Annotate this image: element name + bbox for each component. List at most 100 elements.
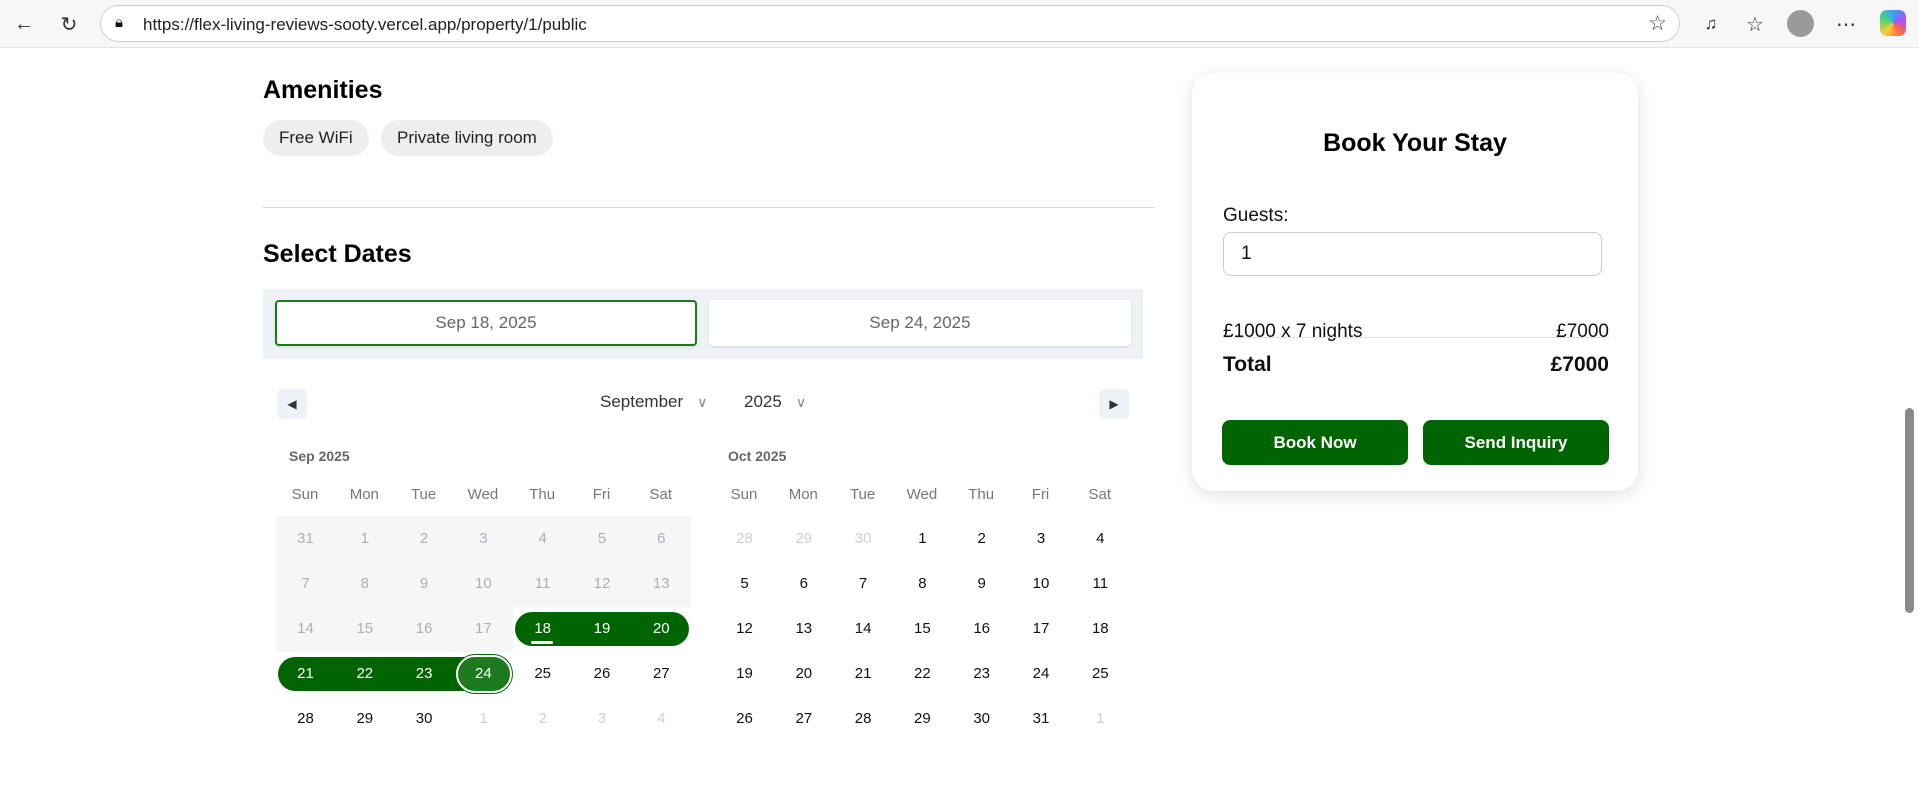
calendar-day[interactable]: 18 [1071,611,1130,647]
calendar-day[interactable]: 22 [893,656,952,692]
favorite-star-icon[interactable]: ☆ [1648,11,1667,36]
chevron-down-icon: ∨ [697,394,708,410]
url-text[interactable]: https://flex-living-reviews-sooty.vercel… [143,15,587,35]
price-line-label: £1000 x 7 nights [1223,321,1363,342]
calendar-day[interactable]: 19 [715,656,774,692]
calendar-day[interactable]: 20 [774,656,833,692]
calendar-day[interactable]: 26 [715,701,774,737]
back-icon[interactable]: ← [10,10,38,38]
calendar-day[interactable]: 13 [774,611,833,647]
scrollbar[interactable] [1900,48,1919,807]
calendar-day[interactable]: 28 [715,521,774,557]
page-content: Amenities Free WiFi Private living room … [0,48,1900,807]
calendar-day: 14 [297,620,314,637]
next-month-button[interactable]: ▶ [1099,389,1129,419]
favorites-icon[interactable]: ☆ [1741,10,1769,38]
browser-toolbar: ← ↻ 🔒︎ https://flex-living-reviews-sooty… [0,0,1919,48]
weekday-label: Tue [849,486,876,503]
send-inquiry-button[interactable]: Send Inquiry [1423,420,1609,465]
calendar-day[interactable]: 4 [1071,521,1130,557]
calendar-day[interactable]: 30 [395,701,454,737]
calendar-day[interactable]: 26 [573,656,632,692]
calendar-day[interactable]: 9 [952,566,1011,602]
calendar-day[interactable]: 10 [1012,566,1071,602]
calendar-day[interactable]: 28 [276,701,335,737]
amenity-chip: Private living room [381,120,553,156]
guests-input[interactable]: 1 [1223,232,1602,276]
prev-month-button[interactable]: ◀ [277,389,307,419]
weekday-label: Wed [906,486,938,503]
calendar-day: 7 [301,575,310,592]
profile-avatar[interactable] [1787,10,1814,37]
calendar-day[interactable]: 29 [893,701,952,737]
year-value: 2025 [744,392,782,411]
calendar-day[interactable]: 11 [1071,566,1130,602]
calendar-day[interactable]: 25 [1071,656,1130,692]
calendar-day[interactable]: 28 [834,701,893,737]
calendar-day[interactable]: 12 [715,611,774,647]
end-date-input[interactable]: Sep 24, 2025 [709,300,1131,346]
price-line: £1000 x 7 nights £7000 [1223,321,1609,343]
address-bar[interactable]: 🔒︎ https://flex-living-reviews-sooty.ver… [100,5,1680,42]
calendar-day[interactable]: 27 [632,656,691,692]
calendar-day[interactable]: 2 [952,521,1011,557]
calendar-day[interactable]: 16 [952,611,1011,647]
book-now-button[interactable]: Book Now [1222,420,1408,465]
calendar-day[interactable]: 8 [893,566,952,602]
more-icon[interactable]: ⋯ [1832,10,1860,38]
amenity-chip: Free WiFi [263,120,369,156]
calendar-day[interactable]: 25 [513,656,572,692]
weekday-label: Sat [1088,486,1112,503]
calendar-day[interactable]: 14 [834,611,893,647]
calendar-day[interactable]: 6 [774,566,833,602]
calendar-day[interactable]: 1 [454,701,513,737]
guests-label: Guests: [1223,205,1289,226]
media-icon[interactable]: ♫ [1697,10,1725,38]
calendar-day[interactable]: 29 [335,701,394,737]
calendar-day: 2 [419,530,429,547]
calendar-day[interactable]: 31 [1012,701,1071,737]
divider [1223,337,1609,338]
scrollbar-thumb[interactable] [1905,408,1914,613]
calendar-day[interactable]: 17 [1012,611,1071,647]
year-select[interactable]: 2025 ∨ [744,392,806,412]
calendar-day[interactable]: 23 [395,656,454,692]
calendar-day[interactable]: 24 [1012,656,1071,692]
calendar-day[interactable]: 29 [774,521,833,557]
month-title: Sep 2025 [289,448,350,464]
calendar-day[interactable]: 23 [952,656,1011,692]
calendar-day[interactable]: 5 [715,566,774,602]
calendar-day[interactable]: 21 [276,656,335,692]
weekday-label: Sun [730,486,758,503]
calendar-day[interactable]: 30 [952,701,1011,737]
calendar-day[interactable]: 15 [893,611,952,647]
calendar-day[interactable]: 19 [573,611,632,647]
calendar-day: 13 [652,575,670,592]
start-date-input[interactable]: Sep 18, 2025 [275,300,697,346]
calendar-day[interactable]: 4 [632,701,691,737]
calendar-day[interactable]: 24 [454,656,513,692]
total-line: Total £7000 [1223,353,1609,377]
calendar-day[interactable]: 3 [1012,521,1071,557]
weekday-label: Fri [592,486,611,503]
calendar-day[interactable]: 3 [573,701,632,737]
calendar-day[interactable]: 21 [834,656,893,692]
total-label: Total [1223,353,1272,376]
calendar-day[interactable]: 22 [335,656,394,692]
weekday-label: Wed [467,486,499,503]
calendar-day: 15 [356,620,374,637]
calendar-day[interactable]: 2 [513,701,572,737]
amenities-heading: Amenities [263,76,383,104]
calendar-day: 12 [593,575,611,592]
calendar-day[interactable]: 27 [774,701,833,737]
calendar-day[interactable]: 20 [632,611,691,647]
month-select[interactable]: September ∨ [600,392,707,412]
weekday-label: Tue [410,486,437,503]
calendar-day[interactable]: 1 [893,521,952,557]
calendar-day: 8 [360,575,369,592]
calendar-day[interactable]: 7 [834,566,893,602]
refresh-icon[interactable]: ↻ [55,10,83,38]
copilot-icon[interactable] [1880,10,1906,36]
calendar-day[interactable]: 1 [1071,701,1130,737]
calendar-day[interactable]: 30 [834,521,893,557]
